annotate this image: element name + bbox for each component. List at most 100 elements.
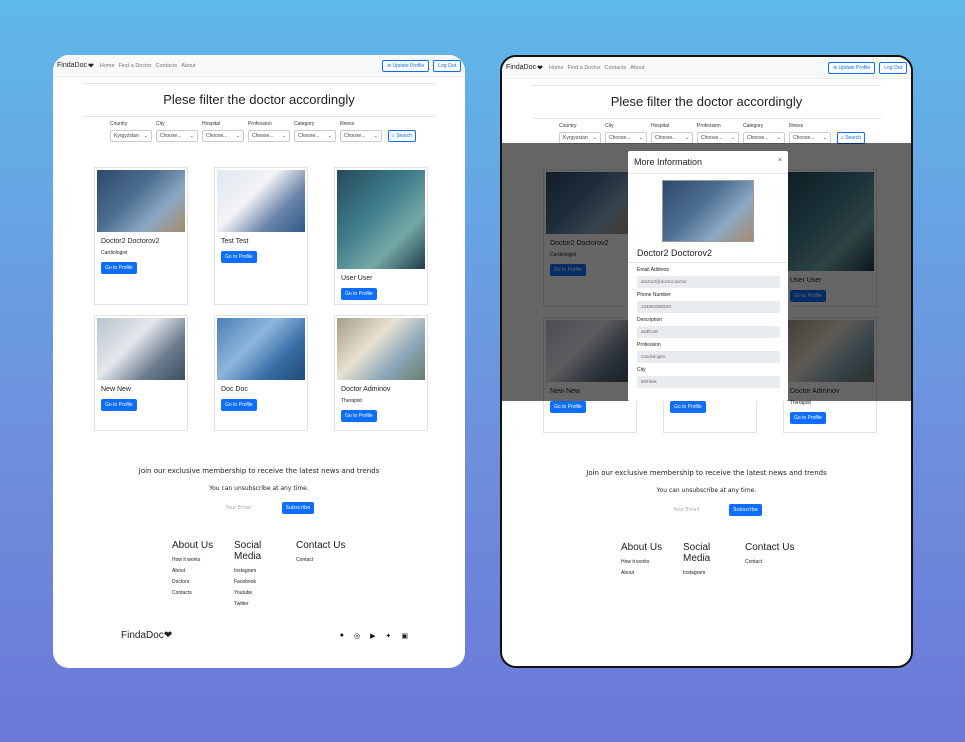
youtube-icon[interactable]: ▶ — [370, 632, 375, 640]
doctor-photo — [337, 318, 425, 380]
footer-link[interactable]: Instagram — [234, 568, 284, 574]
navbar: FindaDoc ❤ Home Find a Doctor Contacts Ab… — [502, 57, 911, 79]
modal-title: More Information — [634, 157, 703, 167]
email-input[interactable]: Your Email — [651, 504, 721, 516]
email-label: Email Address — [637, 267, 669, 273]
go-to-profile-button[interactable]: Go to Profile — [341, 410, 377, 422]
footer-link[interactable]: Doctors — [172, 579, 222, 585]
email-input[interactable]: Your Email — [204, 502, 274, 514]
footer-bottom: FindaDoc❤ ● ◎ ▶ ✦ ▣ — [121, 630, 408, 641]
chevron-down-icon: ⌄ — [189, 133, 194, 139]
nav-contacts[interactable]: Contacts — [156, 63, 178, 69]
nav-find-doctor[interactable]: Find a Doctor — [119, 63, 152, 69]
footer-link[interactable]: Contact — [296, 557, 366, 563]
doctor-profession: Cardiologist — [101, 250, 128, 256]
go-to-profile-button[interactable]: Go to Profile — [550, 401, 586, 413]
doctor-name: Doctor2 Doctorov2 — [101, 238, 160, 245]
go-to-profile-button[interactable]: Go to Profile — [670, 401, 706, 413]
footer-link[interactable]: How it works — [172, 557, 222, 563]
linkedin-icon[interactable]: ▣ — [401, 632, 408, 640]
filter-label-hospital: Hospital — [202, 121, 221, 127]
logout-button[interactable]: Log Out — [879, 61, 907, 74]
footer-link[interactable]: About — [172, 568, 222, 574]
footer: About Us How it works About Doctors Cont… — [172, 540, 465, 612]
footer-about-title: About Us — [172, 540, 214, 551]
right-screenshot: FindaDoc ❤ Home Find a Doctor Contacts Ab… — [500, 55, 913, 668]
doctor-photo — [217, 170, 305, 232]
logout-button[interactable]: Log Out — [433, 59, 461, 72]
footer-logo: FindaDoc❤ — [121, 630, 173, 641]
nav-about[interactable]: About — [630, 65, 644, 71]
category-select[interactable]: Choose... ⌄ — [294, 130, 336, 142]
doctor-photo — [97, 170, 185, 232]
brand-text: FindaDoc — [57, 62, 87, 69]
newsletter-subtitle: You can unsubscribe at any time. — [209, 485, 309, 492]
subscribe-button[interactable]: Subscribe — [281, 502, 315, 514]
footer-link[interactable]: Youtube — [234, 590, 284, 596]
profession-select[interactable]: Choose... ⌄ — [248, 130, 290, 142]
doctor-name: New New — [101, 386, 131, 393]
modal-doctor-name: Doctor2 Doctorov2 — [637, 248, 713, 258]
footer-contact-title: Contact Us — [296, 540, 346, 551]
go-to-profile-button[interactable]: Go to Profile — [341, 288, 377, 300]
heart-icon: ❤ — [87, 62, 94, 70]
newsletter-section: Join our exclusive membership to receive… — [502, 469, 911, 516]
go-to-profile-button[interactable]: Go to Profile — [790, 412, 826, 424]
filter-bar: Country Kyrgyzstan ⌄ City Choose... ⌄ Hospit… — [502, 123, 911, 144]
go-to-profile-button[interactable]: Go to Profile — [221, 399, 257, 411]
doctor-name: Doc Doc — [221, 386, 248, 393]
footer-link[interactable]: Contacts — [172, 590, 222, 596]
go-to-profile-button[interactable]: Go to Profile — [221, 251, 257, 263]
nav-home[interactable]: Home — [100, 63, 115, 69]
subscribe-button[interactable]: Subscribe — [729, 504, 762, 516]
doctor-name: User User — [341, 275, 373, 282]
hospital-select[interactable]: Choose... ⌄ — [202, 130, 244, 142]
footer-link[interactable]: Facebook — [234, 579, 284, 585]
nav-find-doctor[interactable]: Find a Doctor — [568, 65, 601, 71]
newsletter-section: Join our exclusive membership to receive… — [53, 467, 465, 514]
doctor-card: Doc Doc Go to Profile — [214, 315, 308, 431]
update-profile-button[interactable]: ⊚ Update Profile — [381, 59, 430, 72]
description-field: asdfcvdr — [637, 326, 780, 338]
footer-link[interactable]: Twitter — [234, 601, 284, 607]
facebook-icon[interactable]: ● — [340, 632, 344, 640]
more-info-modal: More Information × Doctor2 Doctorov2 Ema… — [628, 151, 788, 401]
update-profile-button[interactable]: ⊚ Update Profile — [827, 61, 876, 74]
go-to-profile-button[interactable]: Go to Profile — [101, 262, 137, 274]
phone-label: Phone Number — [637, 292, 671, 298]
go-to-profile-button[interactable]: Go to Profile — [101, 399, 137, 411]
chevron-down-icon: ⌄ — [281, 133, 286, 139]
filter-bar: Country Kyrgyzstan ⌄ City Choose... ⌄ Hospit… — [53, 121, 465, 142]
doctor-card: New New Go to Profile — [94, 315, 188, 431]
filter-label-illness: Illness — [340, 121, 355, 127]
city-label: City — [637, 367, 646, 373]
doctor-card: Doctor2 Doctorov2 Cardiologist Go to Pro… — [94, 167, 188, 305]
nav-about[interactable]: About — [181, 63, 195, 69]
search-button[interactable]: ⌕ Search — [388, 130, 417, 142]
doctor-grid: Doctor2 Doctorov2 Cardiologist Go to Pro… — [94, 167, 465, 431]
brand-logo[interactable]: FindaDoc ❤ — [506, 64, 543, 72]
brand-logo[interactable]: FindaDoc ❤ — [57, 62, 94, 70]
footer: About Us How it works About Social Media… — [621, 542, 795, 576]
nav-contacts[interactable]: Contacts — [605, 65, 627, 71]
doctor-card: Test Test Go to Profile — [214, 167, 308, 305]
nav-home[interactable]: Home — [549, 65, 564, 71]
twitter-icon[interactable]: ✦ — [386, 632, 392, 640]
illness-select[interactable]: Choose... ⌄ — [340, 130, 382, 142]
close-icon[interactable]: × — [778, 157, 782, 167]
doctor-photo — [337, 170, 425, 269]
city-field: Bishkek — [637, 376, 780, 388]
doctor-name: Test Test — [221, 238, 249, 245]
instagram-icon[interactable]: ◎ — [354, 632, 360, 640]
filter-label-country: Country — [110, 121, 128, 127]
doctor-card: User User Go to Profile — [334, 167, 428, 305]
doctor-profession: Therapist — [341, 398, 362, 404]
heart-icon: ❤ — [536, 64, 543, 72]
description-label: Description — [637, 317, 663, 323]
city-select[interactable]: Choose... ⌄ — [156, 130, 198, 142]
country-select[interactable]: Kyrgyzstan ⌄ — [110, 130, 152, 142]
chevron-down-icon: ⌄ — [143, 133, 148, 139]
phone-field: 234852390640 — [637, 301, 780, 313]
filter-label-city: City — [156, 121, 165, 127]
social-icons: ● ◎ ▶ ✦ ▣ — [340, 632, 408, 640]
